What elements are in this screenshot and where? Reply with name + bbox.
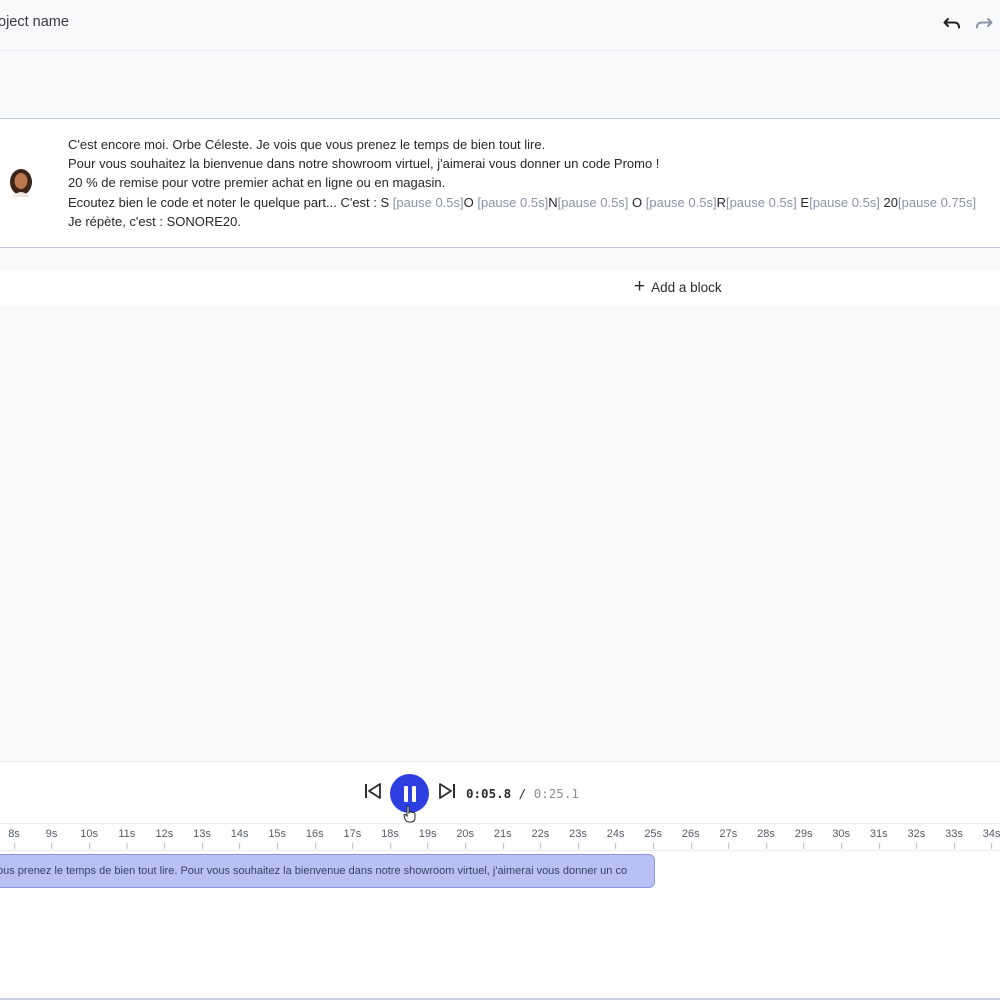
timeline-tick: 10s: [80, 828, 99, 849]
timeline-tick: 25s: [644, 828, 663, 849]
timeline-tick: 21s: [493, 828, 512, 849]
time-total: 0:25.1: [533, 786, 579, 801]
pause-tag[interactable]: [pause 0.5s]: [393, 195, 464, 210]
timeline-tick: 29s: [794, 828, 813, 849]
text-segment: N: [548, 194, 558, 210]
timeline-clip[interactable]: ous prenez le temps de bien tout lire. P…: [0, 854, 655, 888]
timeline-tick: 34s: [982, 828, 1000, 849]
skip-back-icon[interactable]: [363, 781, 383, 801]
timeline-tick: 11s: [118, 828, 136, 849]
timeline-tick: 31s: [869, 828, 888, 849]
timeline-tick: 28s: [757, 828, 775, 849]
timeline-tick: 26s: [681, 828, 700, 849]
script-text[interactable]: C'est encore moi. Orbe Céleste. Je vois …: [68, 135, 976, 231]
timeline-tick: 22s: [531, 828, 550, 849]
timeline-tick: 17s: [343, 828, 362, 849]
timeline-tick: 24s: [606, 828, 625, 849]
time-display: 0:05.8 / 0:25.1: [466, 786, 579, 801]
timeline-tick: 30s: [832, 828, 851, 849]
script-line-code: Ecoutez bien le code et noter le quelque…: [68, 193, 976, 212]
time-current: 0:05.8: [466, 786, 512, 801]
undo-icon[interactable]: [941, 12, 963, 34]
time-separator: /: [511, 786, 534, 801]
add-block-label: Add a block: [651, 279, 722, 295]
timeline-tick: 9s: [45, 828, 58, 849]
timeline-tick: 19s: [418, 828, 437, 849]
top-bar: oject name: [0, 0, 1000, 51]
plus-icon: +: [634, 276, 646, 297]
timeline-tick: 8s: [8, 828, 20, 849]
pause-tag[interactable]: [pause 0.75s]: [898, 195, 976, 210]
timeline-tick: 33s: [945, 828, 963, 849]
pause-tag[interactable]: [pause 0.5s]: [646, 195, 717, 210]
timeline-tick: 13s: [193, 828, 211, 849]
pause-icon: [403, 785, 408, 802]
text-segment: O: [628, 194, 646, 210]
text-segment: 20: [879, 194, 898, 210]
pause-tag[interactable]: [pause 0.5s]: [477, 195, 548, 210]
script-line: 20 % de remise pour votre premier achat …: [68, 175, 446, 191]
script-line: Pour vous souhaitez la bienvenue dans no…: [68, 156, 660, 172]
timeline-tick: 15s: [268, 828, 287, 849]
clip-text: ous prenez le temps de bien tout lire. P…: [0, 865, 628, 877]
timeline-tick: 18s: [381, 828, 399, 849]
avatar-icon[interactable]: [8, 169, 34, 197]
pause-tag[interactable]: [pause 0.5s]: [809, 195, 880, 210]
script-line: C'est encore moi. Orbe Céleste. Je vois …: [68, 137, 546, 152]
hand-cursor-icon: [403, 805, 417, 823]
script-block[interactable]: C'est encore moi. Orbe Céleste. Je vois …: [0, 118, 1000, 248]
timeline-tick: 12s: [155, 828, 174, 849]
text-segment: O: [463, 194, 478, 210]
pause-icon-bar: [411, 785, 416, 802]
script-line: Je répète, c'est : SONORE20.: [68, 213, 241, 229]
project-name[interactable]: oject name: [0, 14, 69, 30]
timeline-tick: 32s: [907, 828, 926, 849]
timeline-tick: 20s: [456, 828, 475, 849]
skip-forward-icon[interactable]: [437, 781, 457, 801]
pause-tag[interactable]: [pause 0.5s]: [726, 195, 797, 210]
add-block-button[interactable]: + Add a block: [634, 276, 722, 297]
timeline-tick: 27s: [719, 828, 738, 849]
timeline-tick: 14s: [230, 828, 249, 849]
pause-tag[interactable]: [pause 0.5s]: [558, 195, 629, 210]
add-block-row: + Add a block: [0, 270, 1000, 306]
text-segment: E: [796, 194, 810, 210]
text-segment: R: [716, 194, 726, 210]
timeline-tick: 16s: [305, 828, 324, 849]
timeline-ruler[interactable]: 8s 9s 10s 11s 12s 13s 14s 15s 16s 17s 18s 19s 20s 21s…: [0, 823, 1000, 851]
timeline-tick: 23s: [569, 828, 587, 849]
player-panel: 0:05.8 / 0:25.1 8s 9s 10s 11s 12s 13s 14s 15s 16…: [0, 761, 1000, 1001]
text-segment: Ecoutez bien le code et noter le quelque…: [68, 194, 393, 210]
redo-icon[interactable]: [973, 12, 995, 34]
